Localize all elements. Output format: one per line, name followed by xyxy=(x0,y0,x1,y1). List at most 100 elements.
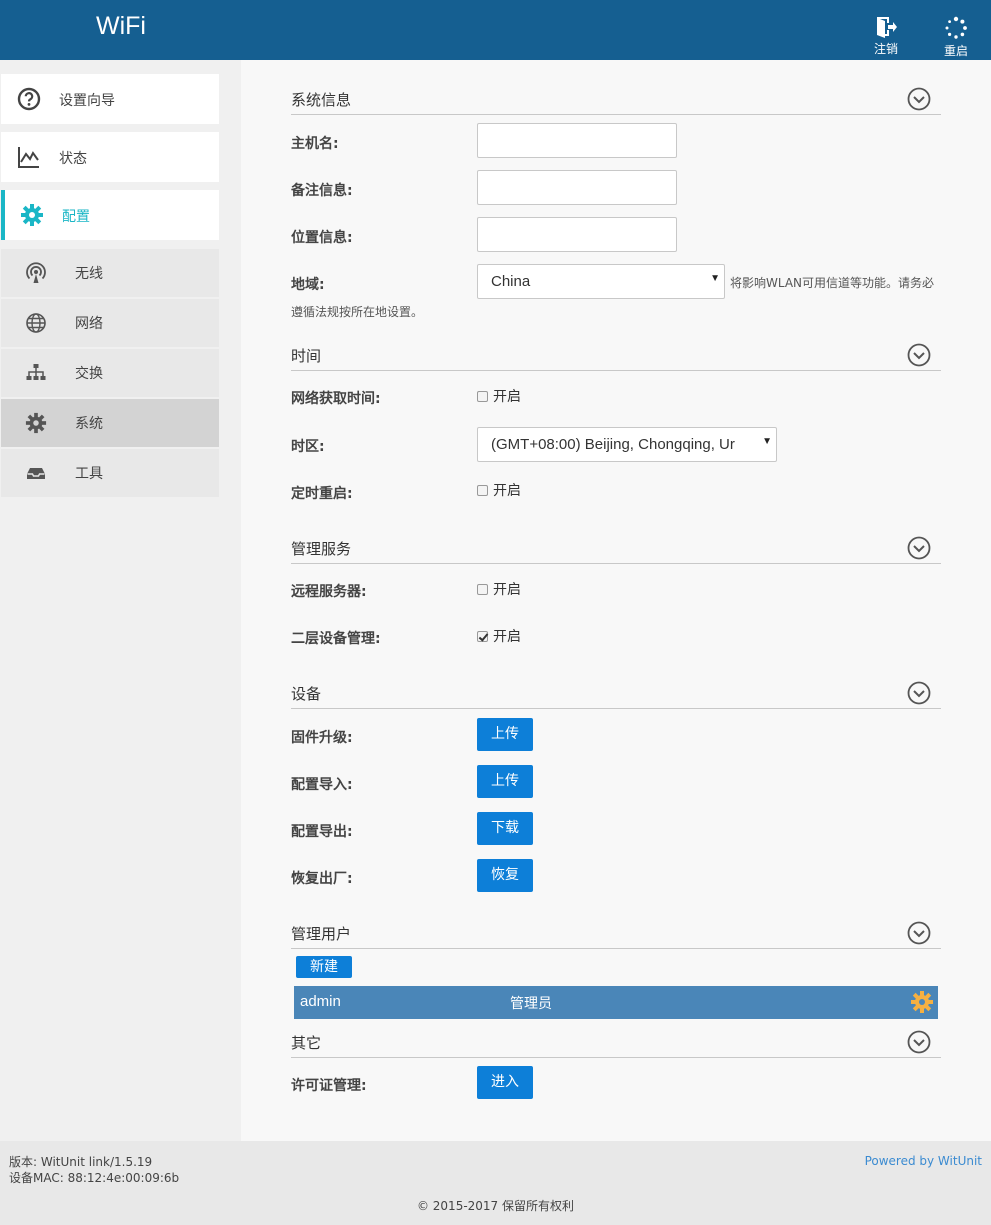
hostname-label: 主机名: xyxy=(291,136,339,152)
powered-by-link[interactable]: Powered by WitUnit xyxy=(865,1154,982,1168)
chevron-down-circle-icon[interactable] xyxy=(907,343,931,367)
region-hint-line2: 遵循法规按所在地设置。 xyxy=(291,305,424,319)
section-header-device[interactable]: 设备 xyxy=(291,681,941,709)
user-name: admin xyxy=(300,993,341,1010)
factory-reset-label: 恢复出厂: xyxy=(291,871,353,887)
timezone-select[interactable]: (GMT+08:00) Beijing, Chongqing, Ur ▼ xyxy=(477,427,777,462)
reboot-button[interactable]: 重启 xyxy=(936,16,976,59)
section-title: 其它 xyxy=(291,1034,322,1052)
sidebar: 设置向导 状态 配置 无线 网络 交换 系统 工具 xyxy=(0,60,241,1141)
logout-button[interactable]: 注销 xyxy=(866,16,906,57)
config-export-button[interactable]: 下载 xyxy=(477,812,533,845)
ntp-label: 网络获取时间: xyxy=(291,391,381,407)
gear-icon[interactable] xyxy=(910,990,934,1014)
timezone-selected-value: (GMT+08:00) Beijing, Chongqing, Ur xyxy=(491,436,735,453)
section-title: 设备 xyxy=(291,685,322,703)
sidebar-subitem-network[interactable]: 网络 xyxy=(1,299,219,347)
logout-label: 注销 xyxy=(873,42,898,56)
sidebar-subitem-tools[interactable]: 工具 xyxy=(1,449,219,497)
config-import-label: 配置导入: xyxy=(291,777,353,793)
license-enter-button[interactable]: 进入 xyxy=(477,1066,533,1099)
new-user-button[interactable]: 新建 xyxy=(296,956,352,978)
location-input[interactable] xyxy=(477,217,677,252)
checkbox-box[interactable] xyxy=(477,584,488,595)
footer: 版本: WitUnit link/1.5.19 设备MAC: 88:12:4e:… xyxy=(0,1141,991,1225)
region-select[interactable]: China ▼ xyxy=(477,264,725,299)
firmware-upload-button[interactable]: 上传 xyxy=(477,718,533,751)
line-chart-icon xyxy=(18,147,39,168)
remote-server-label: 远程服务器: xyxy=(291,584,367,600)
section-title: 系统信息 xyxy=(291,91,352,109)
version-info: 版本: WitUnit link/1.5.19 设备MAC: 88:12:4e:… xyxy=(9,1154,179,1186)
checkbox-box[interactable] xyxy=(477,391,488,402)
sidebar-item-config[interactable]: 配置 xyxy=(1,190,219,240)
factory-reset-button[interactable]: 恢复 xyxy=(477,859,533,892)
license-label: 许可证管理: xyxy=(291,1078,367,1094)
sidebar-item-label: 设置向导 xyxy=(59,93,115,109)
hostname-input[interactable] xyxy=(477,123,677,158)
sitemap-icon xyxy=(26,364,46,380)
chevron-down-circle-icon[interactable] xyxy=(907,921,931,945)
user-row[interactable]: admin 管理员 xyxy=(294,986,938,1019)
section-header-management[interactable]: 管理服务 xyxy=(291,536,941,564)
location-label: 位置信息: xyxy=(291,230,353,246)
sidebar-item-label: 配置 xyxy=(62,209,90,225)
l2-mgmt-label: 二层设备管理: xyxy=(291,631,381,647)
remote-server-checkbox[interactable]: 开启 xyxy=(477,579,521,599)
dropdown-arrow-icon: ▼ xyxy=(706,273,720,291)
scheduled-reboot-label: 定时重启: xyxy=(291,486,353,502)
gear-icon xyxy=(21,204,43,226)
config-import-button[interactable]: 上传 xyxy=(477,765,533,798)
section-title: 时间 xyxy=(291,347,322,365)
sidebar-subitem-label: 工具 xyxy=(75,466,103,482)
chevron-down-circle-icon[interactable] xyxy=(907,1030,931,1054)
region-selected-value: China xyxy=(491,273,531,290)
mac-text: 设备MAC: 88:12:4e:00:09:6b xyxy=(9,1171,180,1185)
ntp-checkbox[interactable]: 开启 xyxy=(477,386,521,406)
globe-icon xyxy=(26,313,46,333)
checkbox-label: 开启 xyxy=(493,582,521,598)
checkbox-box-checked[interactable] xyxy=(477,631,488,642)
chevron-down-circle-icon[interactable] xyxy=(907,87,931,111)
scheduled-reboot-checkbox[interactable]: 开启 xyxy=(477,480,521,500)
sidebar-item-status[interactable]: 状态 xyxy=(1,132,219,182)
section-header-system-info[interactable]: 系统信息 xyxy=(291,87,941,115)
brand-title: WiFi xyxy=(96,12,146,40)
wireless-antenna-icon xyxy=(26,262,46,283)
checkbox-label: 开启 xyxy=(493,629,521,645)
spinner-icon xyxy=(945,16,967,39)
timezone-label: 时区: xyxy=(291,439,325,455)
logout-icon xyxy=(877,17,897,38)
section-header-time[interactable]: 时间 xyxy=(291,343,941,371)
sidebar-item-setup-wizard[interactable]: 设置向导 xyxy=(1,74,219,124)
question-circle-icon xyxy=(17,87,41,111)
sidebar-subitem-label: 系统 xyxy=(75,416,103,432)
sidebar-subitem-system[interactable]: 系统 xyxy=(1,399,219,447)
top-header: WiFi 注销 重启 xyxy=(0,0,991,60)
region-label: 地域: xyxy=(291,277,325,293)
dropdown-arrow-icon: ▼ xyxy=(758,436,772,454)
gear-icon xyxy=(25,412,47,434)
main-content: 系统信息 主机名: 备注信息: 位置信息: 地域: China ▼ 将影响WLA… xyxy=(241,60,991,1141)
chevron-down-circle-icon[interactable] xyxy=(907,536,931,560)
note-input[interactable] xyxy=(477,170,677,205)
checkbox-box[interactable] xyxy=(477,485,488,496)
l2-mgmt-checkbox[interactable]: 开启 xyxy=(477,626,521,646)
inbox-tray-icon xyxy=(27,468,45,479)
reboot-label: 重启 xyxy=(943,44,968,58)
checkbox-label: 开启 xyxy=(493,389,521,405)
section-title: 管理服务 xyxy=(291,540,352,558)
section-header-other[interactable]: 其它 xyxy=(291,1030,941,1058)
chevron-down-circle-icon[interactable] xyxy=(907,681,931,705)
sidebar-subitem-switch[interactable]: 交换 xyxy=(1,349,219,397)
version-text: 版本: WitUnit link/1.5.19 xyxy=(9,1155,153,1169)
section-title: 管理用户 xyxy=(291,925,352,943)
region-hint-line1: 将影响WLAN可用信道等功能。请务必 xyxy=(730,276,935,290)
sidebar-subitem-label: 网络 xyxy=(75,316,103,332)
sidebar-subitem-label: 交换 xyxy=(75,366,103,382)
firmware-label: 固件升级: xyxy=(291,730,353,746)
section-header-users[interactable]: 管理用户 xyxy=(291,921,941,949)
checkbox-label: 开启 xyxy=(493,483,521,499)
sidebar-subitem-wireless[interactable]: 无线 xyxy=(1,249,219,297)
config-export-label: 配置导出: xyxy=(291,824,353,840)
